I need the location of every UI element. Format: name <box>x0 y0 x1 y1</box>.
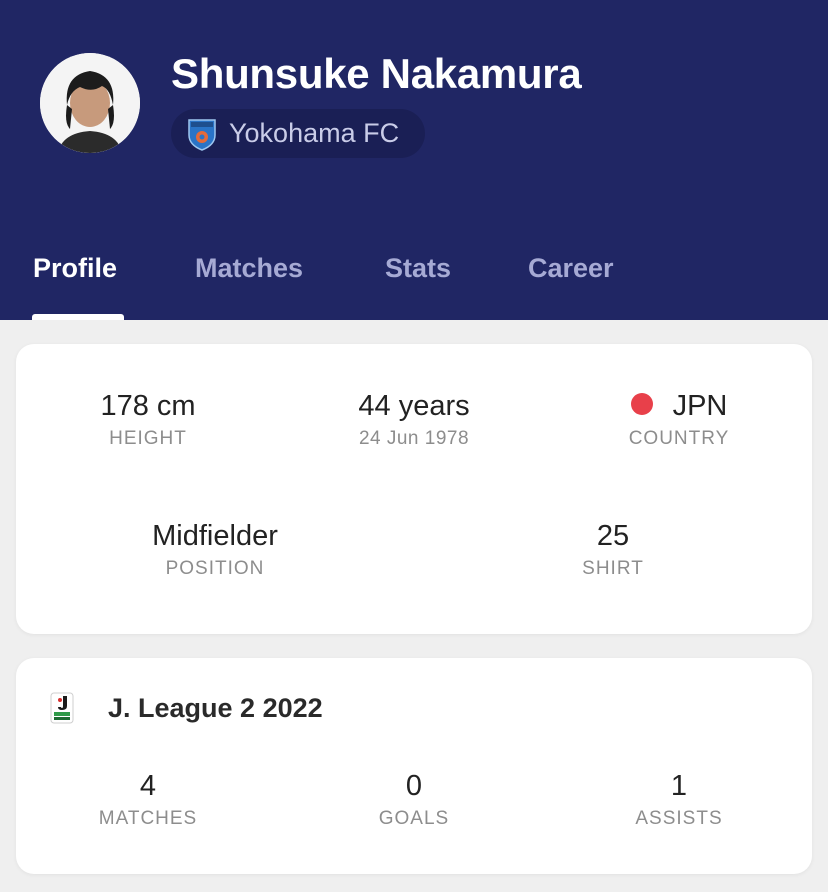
matches-stat: 4 MATCHES <box>18 768 278 830</box>
goals-stat: 0 GOALS <box>284 768 544 830</box>
country-label: COUNTRY <box>628 428 730 449</box>
tab-stats[interactable]: Stats <box>385 253 451 284</box>
birth-date: 24 Jun 1978 <box>358 428 470 449</box>
assists-label: ASSISTS <box>635 808 723 829</box>
active-tab-indicator <box>32 314 124 320</box>
profile-card: 178 cm HEIGHT 44 years 24 Jun 1978 JPN C… <box>16 344 812 634</box>
team-crest-icon <box>188 118 216 151</box>
country-flag-icon <box>630 393 653 416</box>
shirt-label: SHIRT <box>582 558 644 579</box>
league-logo-icon <box>50 692 74 724</box>
tab-career[interactable]: Career <box>528 253 614 284</box>
tab-bar: Profile Matches Stats Career <box>0 245 828 320</box>
league-name: J. League 2 2022 <box>108 692 323 723</box>
position-stat: Midfielder POSITION <box>85 518 345 580</box>
matches-label: MATCHES <box>98 808 198 829</box>
player-photo-icon <box>40 53 140 153</box>
tab-profile[interactable]: Profile <box>33 253 117 284</box>
height-stat: 178 cm HEIGHT <box>18 388 278 450</box>
league-header: J. League 2 2022 <box>50 690 323 726</box>
country-value-row: JPN <box>549 388 809 424</box>
player-name: Shunsuke Nakamura <box>171 50 582 97</box>
shirt-value: 25 <box>596 520 630 552</box>
assists-stat: 1 ASSISTS <box>549 768 809 830</box>
shirt-stat: 25 SHIRT <box>483 518 743 580</box>
matches-value: 4 <box>139 770 157 802</box>
position-value: Midfielder <box>152 520 278 552</box>
country-stat: JPN COUNTRY <box>549 388 809 450</box>
league-stats-card[interactable]: J. League 2 2022 4 MATCHES 0 GOALS 1 ASS… <box>16 658 812 874</box>
player-avatar[interactable] <box>40 53 140 153</box>
goals-value: 0 <box>405 770 423 802</box>
player-header: Shunsuke Nakamura Yokohama FC Profile Ma… <box>0 0 828 320</box>
height-value: 178 cm <box>100 390 196 422</box>
tab-matches[interactable]: Matches <box>195 253 303 284</box>
position-label: POSITION <box>165 558 265 579</box>
team-name: Yokohama FC <box>229 118 400 148</box>
goals-label: GOALS <box>378 808 450 829</box>
age-value: 44 years <box>358 390 470 422</box>
assists-value: 1 <box>670 770 688 802</box>
age-stat: 44 years 24 Jun 1978 <box>284 388 544 450</box>
team-chip[interactable]: Yokohama FC <box>171 109 425 158</box>
country-value: JPN <box>672 390 728 422</box>
height-label: HEIGHT <box>109 428 187 449</box>
